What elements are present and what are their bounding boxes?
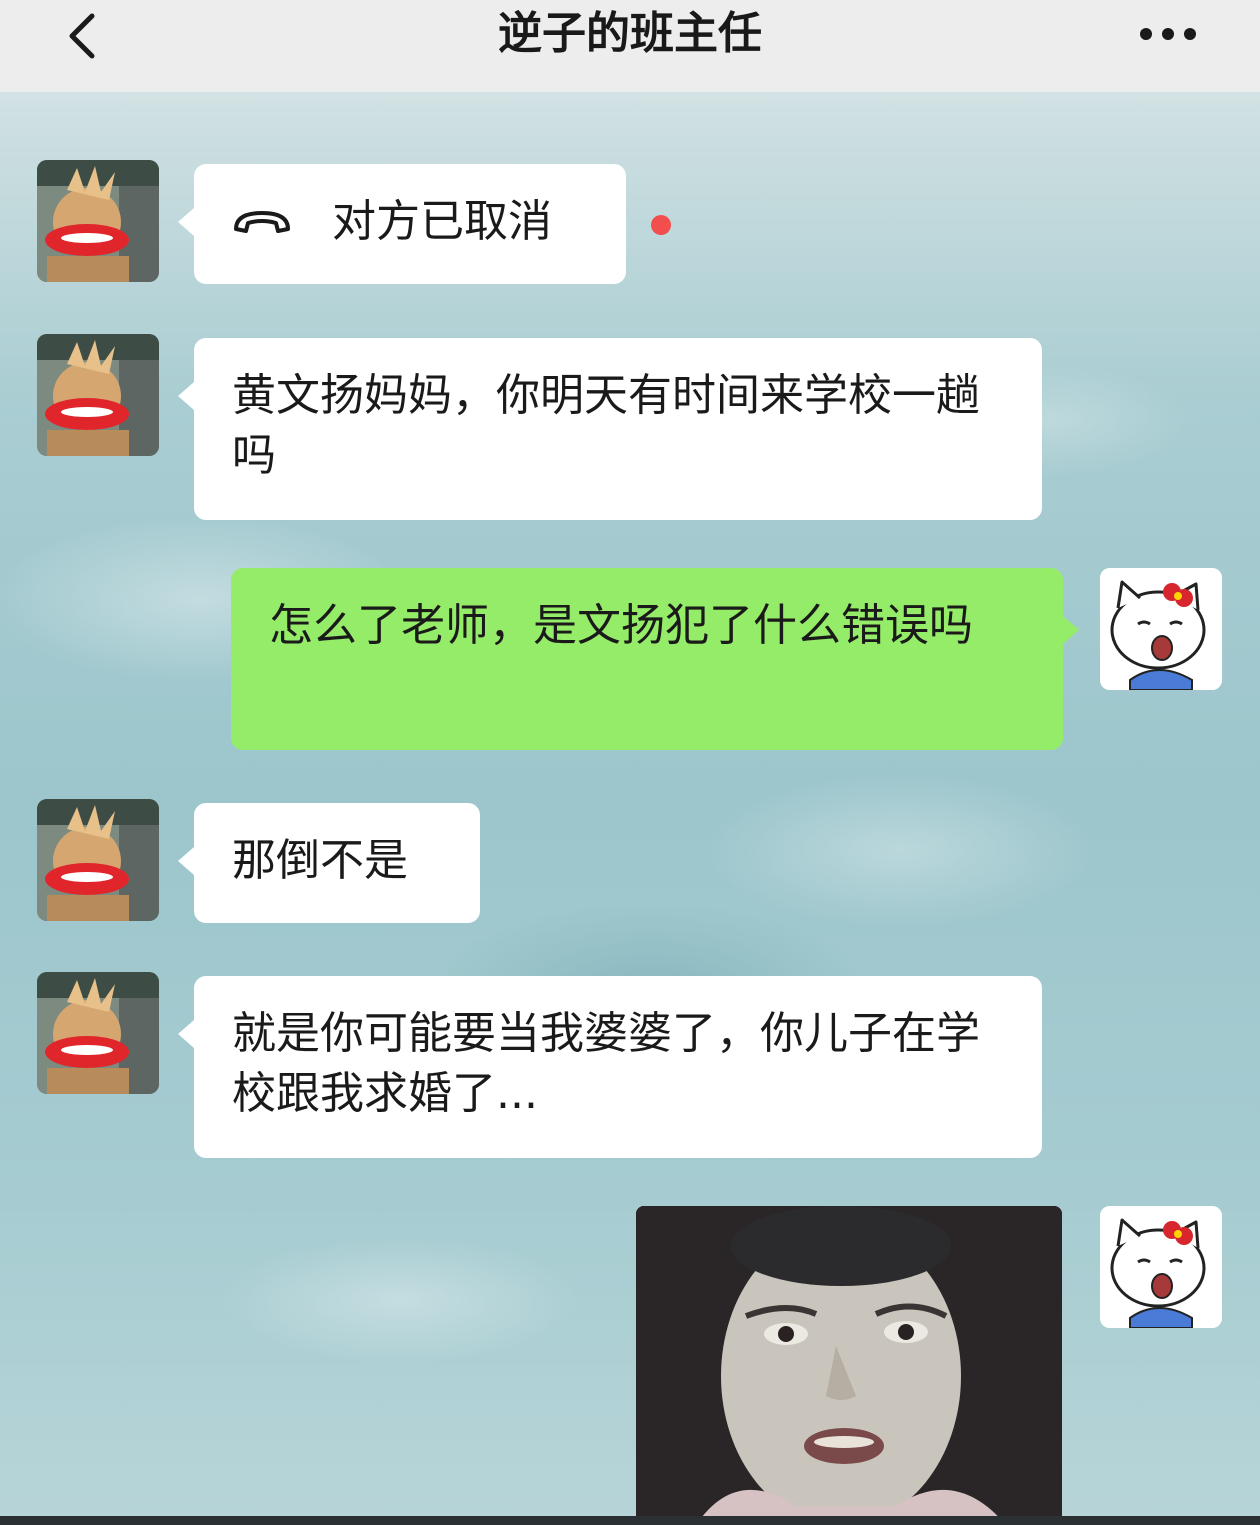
teacher-avatar[interactable] [37,160,159,282]
message-text: 那倒不是 [232,835,408,886]
teacher-avatar[interactable] [37,972,159,1094]
message-bubble-sent[interactable]: 怎么了老师，是文扬犯了什么错误吗 [231,568,1079,750]
chat-title: 逆子的班主任 [498,8,762,59]
my-avatar[interactable] [1100,1206,1222,1328]
chat-header: 逆子的班主任 [0,0,1260,92]
message-text: 怎么了老师，是文扬犯了什么错误吗 [269,600,973,651]
hang-up-phone-icon [234,211,290,233]
message-bubble[interactable]: 就是你可能要当我婆婆了，你儿子在学校跟我求婚了... [178,976,1042,1158]
teacher-avatar[interactable] [37,799,159,921]
teacher-avatar[interactable] [37,334,159,456]
message-bubble[interactable]: 黄文扬妈妈，你明天有时间来学校一趟吗 [178,338,1042,520]
bottom-edge-bar [0,1516,1260,1525]
call-status-text: 对方已取消 [332,196,552,247]
unread-indicator [651,215,671,235]
message-bubble[interactable]: 那倒不是 [178,803,480,923]
message-text: 黄文扬妈妈，你明天有时间来学校一趟吗 [232,370,980,481]
sticker-image[interactable] [636,1206,1062,1525]
message-bubble[interactable]: 对方已取消 [178,164,626,284]
my-avatar[interactable] [1100,568,1222,690]
more-dots-icon[interactable] [1136,24,1200,44]
message-text: 就是你可能要当我婆婆了，你儿子在学校跟我求婚了... [232,1008,980,1119]
